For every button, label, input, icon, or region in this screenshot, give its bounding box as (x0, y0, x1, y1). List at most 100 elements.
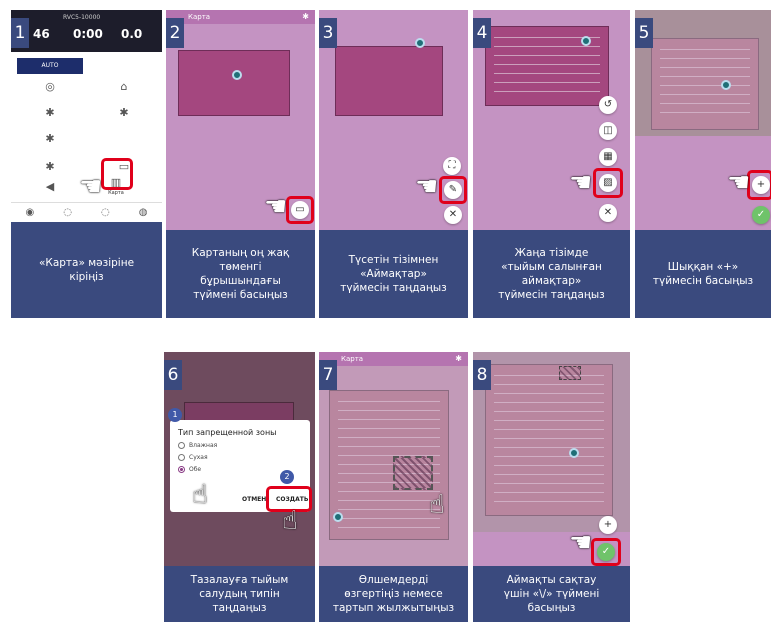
step-number: 2 (166, 18, 184, 48)
map-menu-button[interactable]: ▭ (291, 201, 309, 219)
mode-text: RVC5-10000 (63, 14, 101, 21)
option-dry[interactable]: Сухая (178, 454, 302, 461)
hand-pointer-icon: ☚ (569, 168, 593, 198)
step-caption: Жаңа тізімде «тыйым салынған аймақтар» т… (498, 247, 605, 301)
time-value: 0:00 (73, 27, 103, 41)
gear-icon: ✱ (119, 106, 129, 119)
step-number: 6 (164, 360, 182, 390)
step-caption: Аймақты сақтау үшін «\/» түймені басыңыз (503, 574, 600, 614)
menu-item[interactable]: ◀ (17, 180, 83, 204)
gear-icon: ✱ (45, 160, 55, 173)
map-screen: ↺ ◫ ▦ ▨ ✕ ☚ (473, 10, 630, 230)
home-icon: ⌂ (120, 80, 128, 93)
map-screen: + ✓ ☚ (473, 352, 630, 566)
dock-icon (333, 512, 343, 522)
map-header: Карта ✱ (319, 352, 468, 366)
spot-icon[interactable]: ◌ (63, 207, 72, 218)
volume-icon: ◀ (45, 180, 55, 193)
floor-map (485, 364, 613, 516)
dock-icon (415, 38, 425, 48)
gear-icon[interactable]: ✱ (302, 10, 309, 24)
radio-icon (178, 454, 185, 461)
hand-pointer-icon: ☚ (415, 172, 439, 202)
step-caption: Өлшемдерді өзгертіңіз немесе тартып жылж… (332, 574, 455, 614)
no-go-zone-icon[interactable]: ▨ (599, 174, 617, 192)
auto-icon[interactable]: ◉ (26, 207, 35, 218)
menu-item[interactable]: ⌂ (91, 80, 157, 104)
battery-value: 46 (33, 27, 50, 41)
floor-map (335, 46, 443, 116)
hand-pointer-icon: ☝ (282, 506, 298, 536)
step-panel-8: + ✓ ☚ 8 Аймақты сақтау үшін «\/» түймені… (472, 352, 630, 622)
split-room-icon[interactable]: ◫ (599, 122, 617, 140)
map-screen: Карта ✱ ▭ ☚ (166, 10, 315, 230)
auto-mode-button[interactable]: AUTO (17, 58, 83, 74)
step-number: 8 (473, 360, 491, 390)
highlight-box (101, 158, 133, 190)
cancel-button[interactable]: ОТМЕН (242, 496, 266, 503)
no-go-zone[interactable] (393, 456, 433, 490)
add-zone-icon[interactable]: + (599, 516, 617, 534)
step-panel-3: ⛶ ✎ ✕ ☚ 3 Түсетін тізімнен «Аймақтар» тү… (318, 10, 468, 318)
dock-icon (721, 80, 731, 90)
area-value: 0.0 (121, 27, 143, 41)
close-icon[interactable]: ✕ (444, 206, 462, 224)
confirm-check-icon[interactable]: ✓ (752, 206, 770, 224)
step-panel-4: ↺ ◫ ▦ ▨ ✕ ☚ 4 Жаңа тізімде «тыйым салынғ… (472, 10, 630, 318)
step-panel-2: Карта ✱ ▭ ☚ 2 Картаның оң жақ төменгі бұр… (165, 10, 315, 318)
gear-icon: ✱ (45, 106, 55, 119)
menu-item[interactable]: ✱ (91, 106, 157, 130)
gear-icon[interactable]: ✱ (455, 352, 462, 366)
step-number: 1 (11, 18, 29, 48)
bottom-nav: ◉ ◌ ◌ ◍ (11, 202, 162, 222)
step-caption: Шыққан «+» түймесін басыңыз (652, 261, 754, 287)
dock-icon[interactable]: ◍ (139, 207, 148, 218)
map-header: Карта ✱ (166, 10, 315, 24)
map-screen: + ✓ ☚ (635, 10, 771, 230)
step-caption: Тазалауға тыйым салудың типін таңдаңыз (190, 574, 289, 614)
hand-pointer-icon: ☚ (727, 168, 751, 198)
radio-icon (178, 466, 185, 473)
dock-icon (232, 70, 242, 80)
hand-pointer-icon: ☝ (192, 480, 208, 510)
no-go-zone[interactable] (559, 366, 581, 380)
dialog-screen: Тип запрещенной зоны Влажная Сухая Обе О… (164, 352, 315, 566)
merge-room-icon[interactable]: ▦ (599, 148, 617, 166)
step-caption: Картаның оң жақ төменгі бұрышындағы түйм… (191, 247, 290, 301)
step-number: 5 (635, 18, 653, 48)
badge-2: 2 (280, 470, 294, 484)
step-panel-1: RVC5-10000 46 0:00 0.0 AUTO ◎ ⌂ ✱ ✱ ✱ ✱ … (10, 10, 162, 318)
dock-icon (581, 36, 591, 46)
undo-icon[interactable]: ↺ (599, 96, 617, 114)
target-icon: ◎ (45, 80, 55, 93)
add-zone-icon[interactable]: + (752, 176, 770, 194)
step-number: 3 (319, 18, 337, 48)
hand-pointer-icon: ☚ (264, 192, 288, 222)
hand-pointer-icon: ☝ (429, 490, 445, 520)
app-screenshot: RVC5-10000 46 0:00 0.0 AUTO ◎ ⌂ ✱ ✱ ✱ ✱ … (11, 10, 162, 222)
step-caption: «Карта» мәзіріне кіріңіз (38, 257, 135, 283)
status-bar: RVC5-10000 46 0:00 0.0 (11, 10, 162, 52)
map-screen: Карта ✱ ☝ (319, 352, 468, 566)
expand-icon[interactable]: ⛶ (443, 157, 461, 175)
badge-1: 1 (168, 408, 182, 422)
confirm-check-icon[interactable]: ✓ (597, 543, 615, 561)
map-screen: ⛶ ✎ ✕ ☚ (319, 10, 468, 230)
step-panel-6: Тип запрещенной зоны Влажная Сухая Обе О… (163, 352, 315, 622)
option-wet[interactable]: Влажная (178, 442, 302, 449)
menu-item[interactable]: ◎ (17, 80, 83, 104)
step-number: 4 (473, 18, 491, 48)
close-icon[interactable]: ✕ (599, 204, 617, 222)
menu-item[interactable]: ✱ (17, 132, 83, 156)
hand-pointer-icon: ☚ (569, 528, 593, 558)
menu-item[interactable]: ✱ (17, 106, 83, 130)
step-panel-5: + ✓ ☚ 5 Шыққан «+» түймесін басыңыз (634, 10, 771, 318)
step-panel-7: Карта ✱ ☝ 7 Өлшемдерді өзгертіңіз немесе … (318, 352, 468, 622)
dialog-title: Тип запрещенной зоны (178, 428, 277, 437)
edge-icon[interactable]: ◌ (101, 207, 110, 218)
gear-icon: ✱ (45, 132, 55, 145)
edit-pencil-icon[interactable]: ✎ (444, 181, 462, 199)
step-number: 7 (319, 360, 337, 390)
dock-icon (569, 448, 579, 458)
hand-pointer-icon: ☚ (79, 172, 103, 202)
